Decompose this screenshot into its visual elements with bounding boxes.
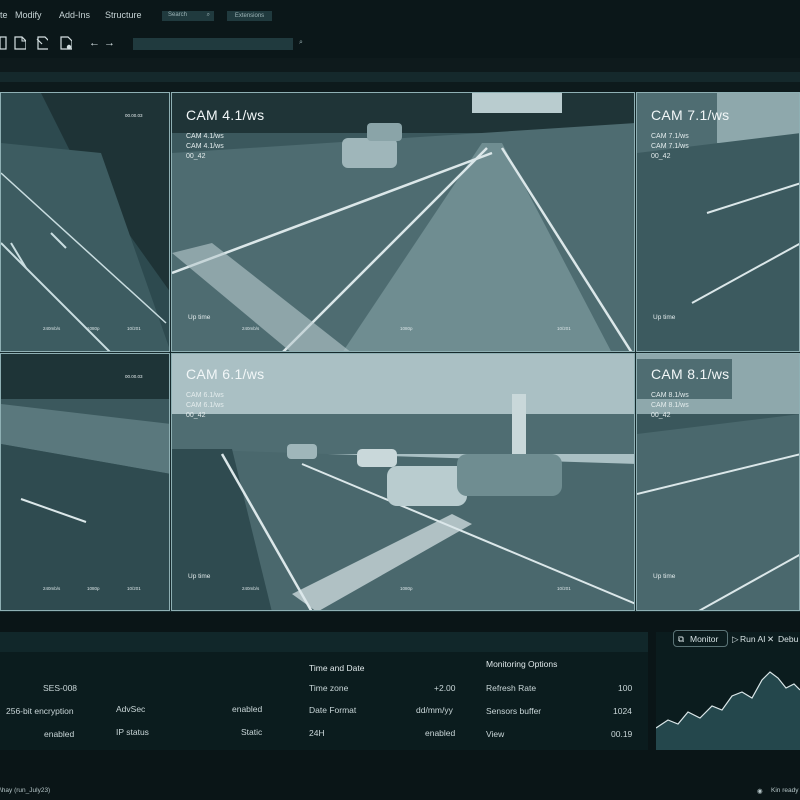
time-date-heading: Time and Date (309, 663, 365, 673)
camera-feed-cam-4 (172, 93, 634, 351)
view-value[interactable]: 00.19 (611, 729, 632, 739)
encryption-label: 256-bit encryption (6, 706, 74, 716)
page-icon[interactable] (0, 36, 12, 50)
sensors-buffer-value[interactable]: 1024 (613, 706, 632, 716)
camera-title: CAM 8.1/ws (651, 366, 730, 382)
grid-header-bar (0, 82, 800, 92)
camera-info-line: 00_42 (186, 412, 206, 419)
camera-tile-cam-4[interactable]: CAM 4.1/ws CAM 4.1/ws CAM 4.1/ws 00_42 U… (171, 92, 635, 352)
encryption-status: enabled (44, 729, 75, 739)
status-bar (0, 782, 800, 800)
camera-info-line: 00_42 (186, 153, 206, 160)
camera-frame-count: 10/201 (557, 586, 571, 591)
advsec-label: AdvSec (116, 704, 146, 714)
toolbar: ← → ⌕ (0, 30, 800, 58)
tab-monitor[interactable]: Monitor (690, 634, 718, 644)
camera-info-line: CAM 6.1/ws (186, 392, 224, 399)
toolbar-search-input[interactable] (133, 38, 293, 50)
camera-tile-left-bottom[interactable]: 00.00.03 240mb/s 1080p 10/201 (0, 353, 170, 611)
toolbar-divider (0, 58, 800, 72)
session-id: SES-008 (43, 683, 78, 693)
date-format-value[interactable]: dd/mm/yy (416, 705, 453, 715)
camera-info-line: CAM 7.1/ws (651, 133, 689, 140)
camera-bitrate: 240mb/s (242, 326, 260, 331)
monitor-panel (656, 632, 800, 750)
camera-tile-left-top[interactable]: 00.00.03 240mb/s 1080p 10/201 (0, 92, 170, 352)
settings-panel-header (0, 632, 648, 652)
camera-uptime: Up time (188, 573, 211, 580)
camera-title: CAM 6.1/ws (186, 366, 265, 382)
menu-bar: te Modify Add-Ins Structure Search ⌕ Ext… (0, 0, 800, 30)
camera-tile-cam-8[interactable]: CAM 8.1/ws CAM 8.1/ws CAM 8.1/ws 00_42 U… (636, 353, 800, 611)
status-indicator-icon: ◉ (757, 788, 763, 795)
camera-frame-count: 10/201 (127, 326, 141, 331)
menu-item-modify[interactable]: Modify (15, 10, 42, 20)
camera-resolution: 1080p (400, 586, 413, 591)
extensions-button[interactable]: Extensions (227, 11, 272, 21)
camera-title: CAM 7.1/ws (651, 107, 730, 123)
time-zone-label: Time zone (309, 683, 349, 693)
camera-feed-left-top (1, 93, 169, 351)
ip-status-label: IP status (116, 727, 149, 737)
magnifier-icon: ⌕ (206, 12, 210, 18)
search-icon[interactable]: ⌕ (299, 39, 303, 47)
refresh-rate-label: Refresh Rate (486, 683, 537, 693)
new-page-icon[interactable] (14, 36, 26, 50)
monitor-icon: ⧉ (678, 634, 685, 644)
camera-bitrate: 240mb/s (242, 586, 260, 591)
advsec-value[interactable]: enabled (232, 704, 262, 714)
camera-uptime: Up time (653, 314, 676, 321)
camera-bitrate: 240mb/s (43, 586, 61, 591)
camera-title: CAM 4.1/ws (186, 107, 265, 123)
camera-info-line: CAM 7.1/ws (651, 143, 689, 150)
menu-item-file[interactable]: te (0, 10, 8, 20)
refresh-rate-value[interactable]: 100 (618, 683, 632, 693)
camera-uptime: Up time (653, 573, 676, 580)
ip-status-value[interactable]: Static (241, 727, 262, 737)
sensors-buffer-label: Sensors buffer (486, 706, 542, 716)
forward-arrow-icon[interactable]: → (104, 37, 115, 49)
status-path: \hay (run_July23) (0, 787, 51, 794)
view-label: View (486, 729, 505, 739)
camera-tile-cam-6[interactable]: CAM 6.1/ws CAM 6.1/ws CAM 6.1/ws 00_42 U… (171, 353, 635, 611)
camera-timestamp: 00.00.03 (125, 113, 143, 118)
monitor-graph (656, 671, 800, 750)
close-icon: ✕ (767, 634, 775, 644)
camera-resolution: 1080p (400, 326, 413, 331)
camera-feed-left-bottom (1, 354, 169, 610)
status-ready: Kin ready (771, 787, 799, 794)
camera-bitrate: 240mb/s (43, 326, 61, 331)
camera-info-line: CAM 4.1/ws (186, 133, 224, 140)
camera-info-line: CAM 4.1/ws (186, 143, 224, 150)
settings-page-icon[interactable] (60, 36, 72, 50)
24h-label: 24H (309, 728, 325, 738)
24h-value[interactable]: enabled (425, 728, 455, 738)
menu-item-add-ins[interactable]: Add-Ins (59, 10, 90, 20)
camera-info-line: 00_42 (651, 412, 671, 419)
back-arrow-icon[interactable]: ← (89, 37, 100, 49)
camera-frame-count: 10/201 (557, 326, 571, 331)
camera-info-line: CAM 8.1/ws (651, 402, 689, 409)
menu-item-structure[interactable]: Structure (105, 10, 142, 20)
menu-search-box[interactable]: Search ⌕ (162, 11, 214, 21)
camera-timestamp: 00.00.03 (125, 374, 143, 379)
camera-resolution: 1080p (87, 326, 100, 331)
camera-info-line: CAM 8.1/ws (651, 392, 689, 399)
monitoring-options-heading: Monitoring Options (486, 659, 558, 669)
tab-run-ai[interactable]: Run AI (740, 634, 766, 644)
camera-info-line: CAM 6.1/ws (186, 402, 224, 409)
camera-resolution: 1080p (87, 586, 100, 591)
camera-uptime: Up time (188, 314, 211, 321)
tab-debug[interactable]: Debu (778, 634, 798, 644)
camera-frame-count: 10/201 (127, 586, 141, 591)
camera-tile-cam-7[interactable]: CAM 7.1/ws CAM 7.1/ws CAM 7.1/ws 00_42 U… (636, 92, 800, 352)
camera-info-line: 00_42 (651, 153, 671, 160)
menu-search-label: Search (168, 12, 188, 18)
camera-feed-cam-6 (172, 354, 634, 610)
export-page-icon[interactable] (36, 36, 48, 50)
play-icon: ▷ (732, 634, 739, 644)
time-zone-value[interactable]: +2.00 (434, 683, 456, 693)
date-format-label: Date Format (309, 705, 357, 715)
